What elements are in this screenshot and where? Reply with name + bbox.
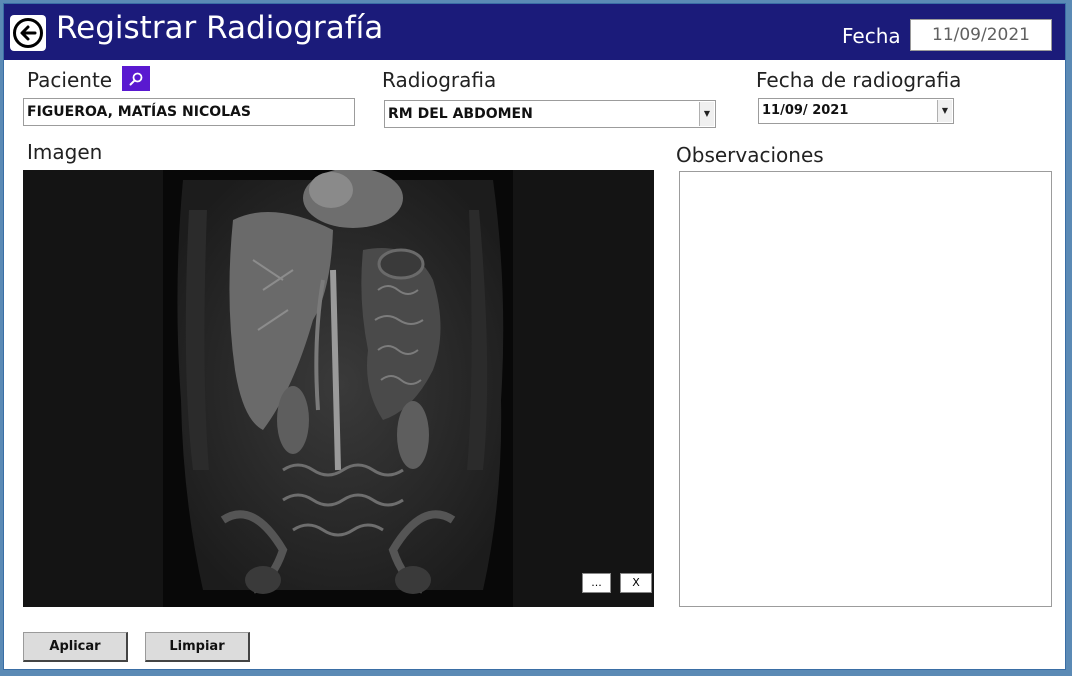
clear-button[interactable]: Limpiar (145, 632, 250, 662)
patient-search-button[interactable] (122, 66, 150, 91)
radiografia-selected-value: RM DEL ABDOMEN (388, 106, 533, 122)
fecha-radiografia-value: 11/09/ 2021 (762, 103, 849, 118)
fecha-field[interactable]: 11/09/2021 (910, 19, 1052, 51)
back-arrow-icon (13, 18, 43, 48)
imagen-label: Imagen (27, 140, 103, 164)
fecha-label: Fecha (842, 24, 901, 48)
image-preview: ... X (23, 170, 654, 607)
dropdown-arrow-icon[interactable]: ▼ (937, 100, 952, 122)
search-icon (129, 72, 143, 85)
apply-button[interactable]: Aplicar (23, 632, 128, 662)
mri-drawing (177, 170, 504, 594)
register-xray-window: Registrar Radiografía Fecha 11/09/2021 P… (3, 3, 1066, 670)
fecha-radiografia-picker[interactable]: 11/09/ 2021 ▼ (758, 98, 954, 124)
back-button[interactable] (10, 15, 46, 51)
fecha-radiografia-label: Fecha de radiografia (756, 68, 962, 92)
title-bar: Registrar Radiografía Fecha 11/09/2021 (4, 4, 1065, 60)
paciente-label: Paciente (27, 68, 113, 92)
clear-image-button[interactable]: X (620, 573, 652, 593)
radiografia-label: Radiografia (382, 68, 497, 92)
browse-image-button[interactable]: ... (582, 573, 611, 593)
observaciones-label: Observaciones (676, 143, 824, 167)
page-title: Registrar Radiografía (56, 10, 384, 46)
observaciones-textarea[interactable] (679, 171, 1052, 607)
dropdown-arrow-icon[interactable]: ▼ (699, 102, 714, 126)
mri-scan-image (163, 170, 513, 607)
paciente-field[interactable]: FIGUEROA, MATÍAS NICOLAS (23, 98, 355, 126)
radiografia-select[interactable]: RM DEL ABDOMEN ▼ (384, 100, 716, 128)
